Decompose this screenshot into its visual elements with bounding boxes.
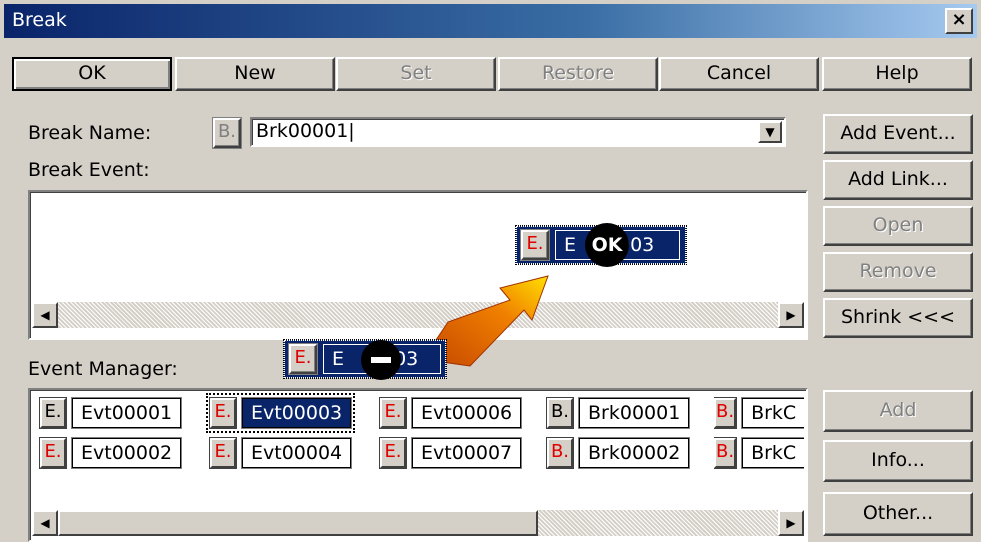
event-tag-icon: E. [380, 438, 406, 468]
scroll-thumb[interactable] [58, 510, 538, 536]
add-button[interactable]: Add [823, 390, 973, 432]
add-event-button[interactable]: Add Event... [823, 114, 973, 154]
event-tag-icon: E. [380, 398, 406, 428]
window-title: Break [12, 9, 67, 31]
add-event-label: Add Event... [840, 122, 956, 144]
restore-button-label: Restore [541, 62, 615, 84]
ok-button-label: OK [78, 62, 106, 84]
restore-button[interactable]: Restore [498, 57, 658, 91]
list-item[interactable]: E. Evt00001 [40, 397, 182, 429]
open-label: Open [872, 214, 924, 236]
scroll-right-icon[interactable]: ▶ [778, 510, 804, 536]
event-tag-icon: B. [714, 438, 737, 468]
new-button[interactable]: New [175, 57, 335, 91]
drag-arrow-icon [435, 275, 549, 367]
event-manager-scrollbar[interactable]: ◀ ▶ [32, 510, 804, 536]
ok-button[interactable]: OK [12, 57, 172, 91]
event-tag-icon: E. [40, 398, 66, 428]
break-name-value: Brk00001| [256, 120, 355, 142]
new-button-label: New [234, 62, 276, 84]
remove-label: Remove [859, 260, 937, 282]
title-bar: Break × [4, 4, 977, 38]
list-item[interactable]: B. Brk00002 [547, 437, 690, 469]
add-link-button[interactable]: Add Link... [823, 160, 973, 200]
break-name-icon: B. [213, 118, 241, 148]
event-name: Evt00006 [412, 398, 522, 428]
break-name-label: Break Name: [28, 122, 152, 144]
event-name: BrkC [742, 398, 804, 428]
event-tag-icon: B. [547, 398, 573, 428]
event-tag-icon: E. [210, 398, 236, 428]
drag-target-ghost: E. E 003 OK [515, 223, 687, 267]
event-name: BrkC [742, 438, 804, 468]
list-item[interactable]: B. BrkC [714, 397, 804, 429]
event-tag-icon: E. [40, 438, 66, 468]
event-name: Evt00007 [412, 438, 522, 468]
list-item[interactable]: E. Evt00002 [40, 437, 182, 469]
event-tag-icon: B. [714, 398, 737, 428]
break-event-label: Break Event: [28, 159, 150, 181]
info-button[interactable]: Info... [823, 440, 973, 482]
other-label: Other... [862, 502, 934, 524]
list-item[interactable]: E. Evt00006 [380, 397, 522, 429]
list-item-selected[interactable]: E. Evt00003 [205, 393, 356, 433]
no-drop-icon [361, 340, 401, 380]
list-item[interactable]: E. Evt00004 [210, 437, 352, 469]
event-name: Brk00002 [579, 438, 690, 468]
shrink-button[interactable]: Shrink <<< [823, 298, 973, 338]
event-name: Evt00002 [72, 438, 182, 468]
open-button[interactable]: Open [823, 206, 973, 246]
drag-source-tag: E. [289, 344, 317, 374]
event-tag-icon: E. [210, 438, 236, 468]
cancel-button-label: Cancel [706, 62, 772, 84]
set-button[interactable]: Set [336, 57, 496, 91]
event-name: Evt00003 [242, 398, 352, 428]
break-name-combobox[interactable]: Brk00001| ▼ [250, 117, 786, 147]
event-manager-label: Event Manager: [28, 358, 178, 380]
event-name: Evt00001 [72, 398, 182, 428]
drag-target-text: E [564, 234, 577, 256]
break-dialog: Break × OK New Set Restore Cancel Help B… [0, 0, 981, 542]
list-item[interactable]: B. Brk00001 [547, 397, 690, 429]
list-item[interactable]: E. Evt00007 [380, 437, 522, 469]
help-button-label: Help [875, 62, 919, 84]
remove-button[interactable]: Remove [823, 252, 973, 292]
help-button[interactable]: Help [822, 57, 972, 91]
ok-badge-icon: OK [585, 223, 629, 267]
drag-source-text: E [332, 348, 345, 370]
event-name: Brk00001 [579, 398, 690, 428]
info-label: Info... [871, 449, 925, 471]
other-button[interactable]: Other... [823, 492, 973, 536]
add-link-label: Add Link... [848, 168, 948, 190]
scroll-right-icon[interactable]: ▶ [778, 302, 804, 328]
drag-target-tag: E. [521, 230, 549, 260]
break-event-scrollbar[interactable]: ◀ ▶ [32, 302, 804, 328]
combo-arrow-icon[interactable]: ▼ [758, 121, 782, 143]
close-icon[interactable]: × [945, 8, 973, 34]
event-tag-icon: B. [547, 438, 573, 468]
scroll-left-icon[interactable]: ◀ [32, 302, 58, 328]
set-button-label: Set [400, 62, 432, 84]
shrink-label: Shrink <<< [840, 306, 956, 328]
add-label: Add [879, 399, 917, 421]
event-name: Evt00004 [242, 438, 352, 468]
cancel-button[interactable]: Cancel [659, 57, 819, 91]
list-item[interactable]: B. BrkC [714, 437, 804, 469]
scroll-left-icon[interactable]: ◀ [32, 510, 58, 536]
drag-source-ghost: E. E 003 [283, 339, 447, 380]
